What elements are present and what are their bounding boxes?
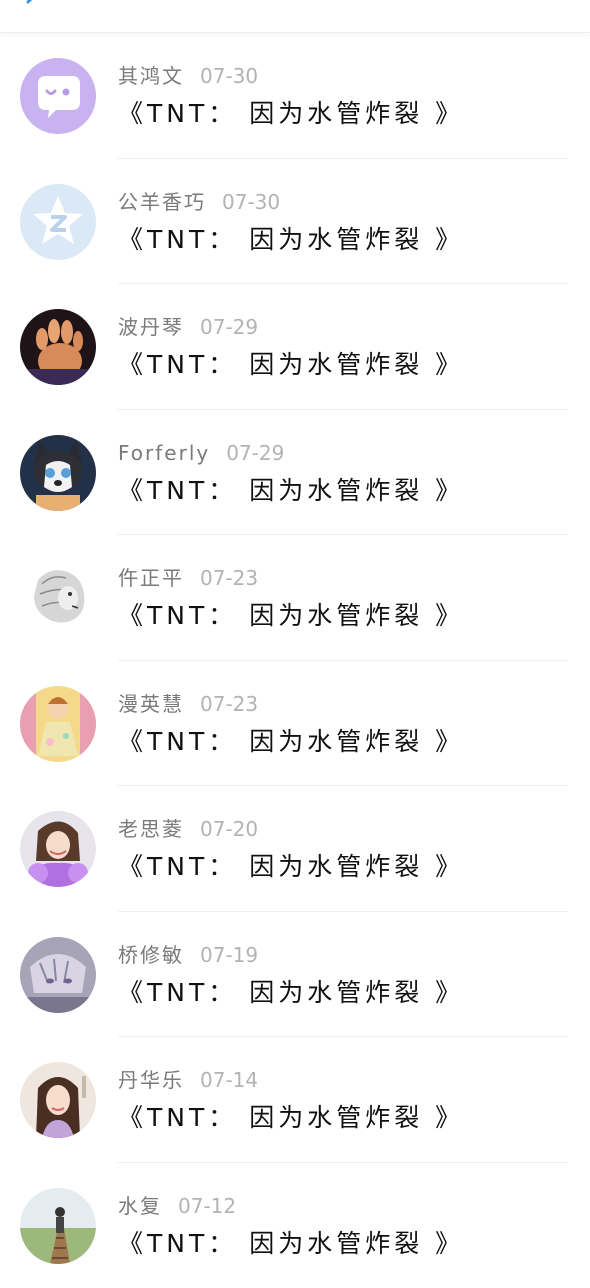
sender-name: 水复 bbox=[118, 1194, 162, 1218]
avatar[interactable] bbox=[20, 309, 96, 385]
message-preview: 《TNT： 因为水管炸裂 》 bbox=[118, 348, 464, 382]
message-preview: 《TNT： 因为水管炸裂 》 bbox=[118, 474, 464, 508]
list-item[interactable]: 桥修敏 07-19 《TNT： 因为水管炸裂 》 bbox=[0, 912, 590, 1038]
message-date: 07-14 bbox=[200, 1068, 258, 1092]
list-item[interactable]: 其鸿文 07-30 《TNT： 因为水管炸裂 》 bbox=[0, 33, 590, 159]
message-preview: 《TNT： 因为水管炸裂 》 bbox=[118, 223, 464, 257]
message-preview: 《TNT： 因为水管炸裂 》 bbox=[118, 1101, 464, 1135]
message-date: 07-30 bbox=[200, 64, 258, 88]
sender-name: 仵正平 bbox=[118, 566, 184, 590]
message-date: 07-30 bbox=[222, 190, 280, 214]
list-item[interactable]: 漫英慧 07-23 《TNT： 因为水管炸裂 》 bbox=[0, 661, 590, 787]
avatar[interactable] bbox=[20, 560, 96, 636]
message-preview: 《TNT： 因为水管炸裂 》 bbox=[118, 850, 464, 884]
avatar[interactable] bbox=[20, 937, 96, 1013]
sender-name: 漫英慧 bbox=[118, 692, 184, 716]
top-bar bbox=[0, 0, 590, 33]
list-item[interactable]: 公羊香巧 07-30 《TNT： 因为水管炸裂 》 bbox=[0, 159, 590, 285]
list-item[interactable]: 老思菱 07-20 《TNT： 因为水管炸裂 》 bbox=[0, 786, 590, 912]
list-item[interactable]: Forferly 07-29 《TNT： 因为水管炸裂 》 bbox=[0, 410, 590, 536]
list-item[interactable]: 水复 07-12 《TNT： 因为水管炸裂 》 bbox=[0, 1163, 590, 1288]
message-preview: 《TNT： 因为水管炸裂 》 bbox=[118, 1227, 464, 1261]
avatar[interactable] bbox=[20, 435, 96, 511]
message-date: 07-12 bbox=[178, 1194, 236, 1218]
avatar[interactable] bbox=[20, 1062, 96, 1138]
sender-name: 老思菱 bbox=[118, 817, 184, 841]
sender-name: 桥修敏 bbox=[118, 943, 184, 967]
list-item[interactable]: 波丹琴 07-29 《TNT： 因为水管炸裂 》 bbox=[0, 284, 590, 410]
sender-name: 公羊香巧 bbox=[118, 190, 206, 214]
list-item[interactable]: 丹华乐 07-14 《TNT： 因为水管炸裂 》 bbox=[0, 1037, 590, 1163]
sender-name: 波丹琴 bbox=[118, 315, 184, 339]
chevron-left-icon[interactable] bbox=[14, 0, 48, 14]
avatar[interactable] bbox=[20, 811, 96, 887]
sender-name: 其鸿文 bbox=[118, 64, 184, 88]
message-date: 07-19 bbox=[200, 943, 258, 967]
message-date: 07-29 bbox=[200, 315, 258, 339]
sender-name: Forferly bbox=[118, 441, 210, 465]
message-list: 其鸿文 07-30 《TNT： 因为水管炸裂 》 公羊香巧 07-30 《TNT： … bbox=[0, 33, 590, 1288]
message-date: 07-29 bbox=[226, 441, 284, 465]
avatar[interactable] bbox=[20, 1188, 96, 1264]
avatar[interactable] bbox=[20, 58, 96, 134]
message-date: 07-23 bbox=[200, 692, 258, 716]
message-preview: 《TNT： 因为水管炸裂 》 bbox=[118, 976, 464, 1010]
avatar[interactable] bbox=[20, 686, 96, 762]
message-preview: 《TNT： 因为水管炸裂 》 bbox=[118, 97, 464, 131]
message-preview: 《TNT： 因为水管炸裂 》 bbox=[118, 725, 464, 759]
message-preview: 《TNT： 因为水管炸裂 》 bbox=[118, 599, 464, 633]
sender-name: 丹华乐 bbox=[118, 1068, 184, 1092]
avatar[interactable] bbox=[20, 184, 96, 260]
message-date: 07-20 bbox=[200, 817, 258, 841]
list-item[interactable]: 仵正平 07-23 《TNT： 因为水管炸裂 》 bbox=[0, 535, 590, 661]
message-date: 07-23 bbox=[200, 566, 258, 590]
